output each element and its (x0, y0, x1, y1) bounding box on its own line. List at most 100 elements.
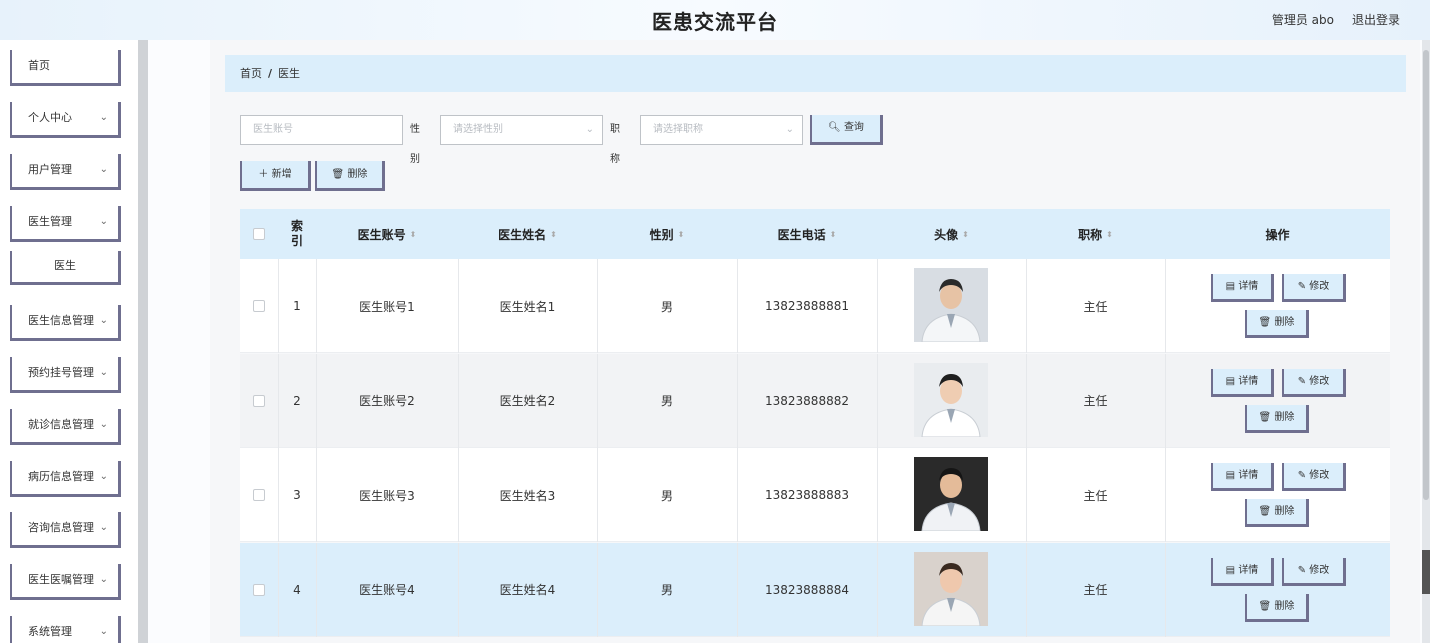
row-checkbox[interactable] (253, 394, 265, 407)
col-avatar-label: 头像 (934, 227, 959, 242)
cell-phone: 13823888883 (765, 488, 849, 502)
chevron-down-icon: ⌄ (99, 574, 108, 585)
delete-button[interactable]: 🗑︎ 删除 (1245, 499, 1309, 527)
doctor-account-input[interactable]: 医生账号 (240, 115, 403, 145)
edit-button[interactable]: ✎ 修改 (1282, 274, 1346, 302)
scroll-handle[interactable] (1422, 550, 1430, 594)
column-divider (1165, 353, 1166, 448)
delete-button[interactable]: 🗑︎ 删除 (1245, 310, 1309, 338)
col-title[interactable]: 职称 ⬍ (1026, 209, 1165, 259)
sidebar-subitem-doctor[interactable]: 医生 (10, 251, 121, 285)
column-divider (1026, 353, 1027, 448)
plus-icon: ＋ (258, 169, 269, 180)
chevron-down-icon: ⌄ (99, 315, 108, 326)
col-name[interactable]: 医生姓名 ⬍ (458, 209, 597, 259)
row-select-cell (240, 543, 278, 637)
detail-label: 详情 (1238, 470, 1259, 481)
scrollbar-thumb[interactable] (1423, 50, 1429, 500)
breadcrumb-separator: / (268, 67, 273, 80)
column-divider (877, 448, 878, 542)
table-row: 2 医生账号2 医生姓名2 男 13823888882 主任 ▤ 详情 ✎ 修改… (240, 353, 1390, 448)
sidebar-item-home[interactable]: 首页 (10, 50, 121, 86)
column-divider (597, 448, 598, 542)
sidebar-item-consultation[interactable]: 咨询信息管理 ⌄ (10, 512, 121, 548)
top-bar: 医患交流平台 管理员 abo 退出登录 (0, 0, 1430, 40)
sidebar-item-appointment[interactable]: 预约挂号管理 ⌄ (10, 357, 121, 393)
column-divider (737, 542, 738, 637)
gender-select-placeholder: 请选择性别 (453, 124, 503, 135)
sidebar-scrollbar[interactable] (138, 40, 148, 643)
detail-button[interactable]: ▤ 详情 (1211, 463, 1274, 491)
chevron-down-icon: ⌄ (585, 124, 594, 135)
cell-gender: 男 (660, 583, 673, 597)
pencil-icon: ✎ (1297, 375, 1307, 387)
select-all-cell (240, 209, 278, 259)
doctor-avatar (914, 551, 988, 626)
detail-button[interactable]: ▤ 详情 (1211, 557, 1274, 586)
add-button-label: 新增 (271, 169, 292, 180)
delete-button[interactable]: 🗑︎ 删除 (1245, 404, 1309, 433)
col-gender[interactable]: 性别 ⬍ (597, 209, 737, 259)
sidebar-item-user-management[interactable]: 用户管理 ⌄ (10, 154, 121, 190)
detail-button[interactable]: ▤ 详情 (1211, 274, 1274, 302)
batch-delete-button[interactable]: 🗑︎ 删除 (315, 161, 385, 191)
sidebar-item-label: 就诊信息管理 (28, 418, 94, 431)
delete-label: 删除 (1274, 506, 1295, 517)
sidebar-item-label: 首页 (28, 59, 50, 72)
breadcrumb-home[interactable]: 首页 (240, 67, 262, 80)
edit-button[interactable]: ✎ 修改 (1282, 463, 1346, 491)
row-checkbox[interactable] (253, 583, 265, 596)
cell-index: 2 (293, 393, 301, 408)
sidebar-item-system[interactable]: 系统管理 ⌄ (10, 616, 121, 643)
delete-label: 删除 (1274, 600, 1295, 612)
gender-select[interactable]: 请选择性别 ⌄ (440, 115, 603, 145)
cell-title: 主任 (1083, 488, 1108, 503)
sidebar-item-medical-record[interactable]: 病历信息管理 ⌄ (10, 461, 121, 497)
column-divider (1026, 259, 1027, 353)
sidebar-item-visit-info[interactable]: 就诊信息管理 ⌄ (10, 409, 121, 445)
sort-icon: ⬍ (677, 229, 685, 239)
column-divider (1026, 448, 1027, 542)
page-scrollbar[interactable] (1422, 40, 1430, 643)
sidebar-item-label: 咨询信息管理 (28, 521, 94, 534)
select-all-checkbox[interactable] (253, 228, 265, 240)
col-avatar[interactable]: 头像 ⬍ (877, 209, 1026, 259)
title-select[interactable]: 请选择职称 ⌄ (640, 115, 803, 145)
edit-button[interactable]: ✎ 修改 (1282, 557, 1346, 586)
sidebar-item-label: 医生医嘱管理 (28, 573, 94, 586)
cell-title: 主任 (1083, 583, 1108, 597)
cell-name: 医生姓名4 (499, 583, 556, 597)
col-phone[interactable]: 医生电话 ⬍ (737, 209, 877, 259)
row-checkbox[interactable] (253, 489, 265, 501)
delete-label: 删除 (1274, 317, 1295, 328)
table-row: 4 医生账号4 医生姓名4 男 13823888884 主任 ▤ 详情 ✎ 修改… (240, 542, 1390, 637)
add-button[interactable]: ＋ 新增 (240, 161, 311, 191)
cell-account: 医生账号3 (359, 488, 415, 503)
chevron-down-icon: ⌄ (99, 367, 108, 378)
sidebar-item-label: 用户管理 (28, 163, 72, 176)
cell-title: 主任 (1083, 299, 1108, 314)
pencil-icon: ✎ (1297, 564, 1307, 576)
column-divider (597, 542, 598, 637)
cell-name: 医生姓名1 (499, 299, 556, 314)
sidebar-item-doctor-orders[interactable]: 医生医嘱管理 ⌄ (10, 564, 121, 600)
sort-icon: ⬍ (829, 229, 837, 239)
current-user: 管理员 abo (1271, 13, 1334, 27)
col-ops: 操作 (1265, 227, 1290, 242)
document-icon: ▤ (1225, 470, 1236, 481)
column-divider (458, 353, 459, 448)
chevron-down-icon: ⌄ (99, 112, 108, 123)
delete-button[interactable]: 🗑︎ 删除 (1245, 593, 1309, 622)
edit-button[interactable]: ✎ 修改 (1282, 368, 1346, 397)
search-button[interactable]: 🔍︎ 查询 (810, 115, 883, 145)
col-account-label: 医生账号 (357, 227, 406, 242)
sidebar-item-personal-center[interactable]: 个人中心 ⌄ (10, 102, 121, 138)
row-checkbox[interactable] (253, 300, 265, 312)
col-account[interactable]: 医生账号 ⬍ (316, 209, 458, 259)
gender-label: 性别 (410, 124, 420, 165)
detail-button[interactable]: ▤ 详情 (1211, 368, 1274, 397)
logout-button[interactable]: 退出登录 (1352, 11, 1400, 28)
sidebar-item-doctor-info[interactable]: 医生信息管理 ⌄ (10, 305, 121, 341)
chevron-down-icon: ⌄ (785, 124, 794, 135)
sidebar-item-doctor-management[interactable]: 医生管理 ⌄ (10, 206, 121, 242)
